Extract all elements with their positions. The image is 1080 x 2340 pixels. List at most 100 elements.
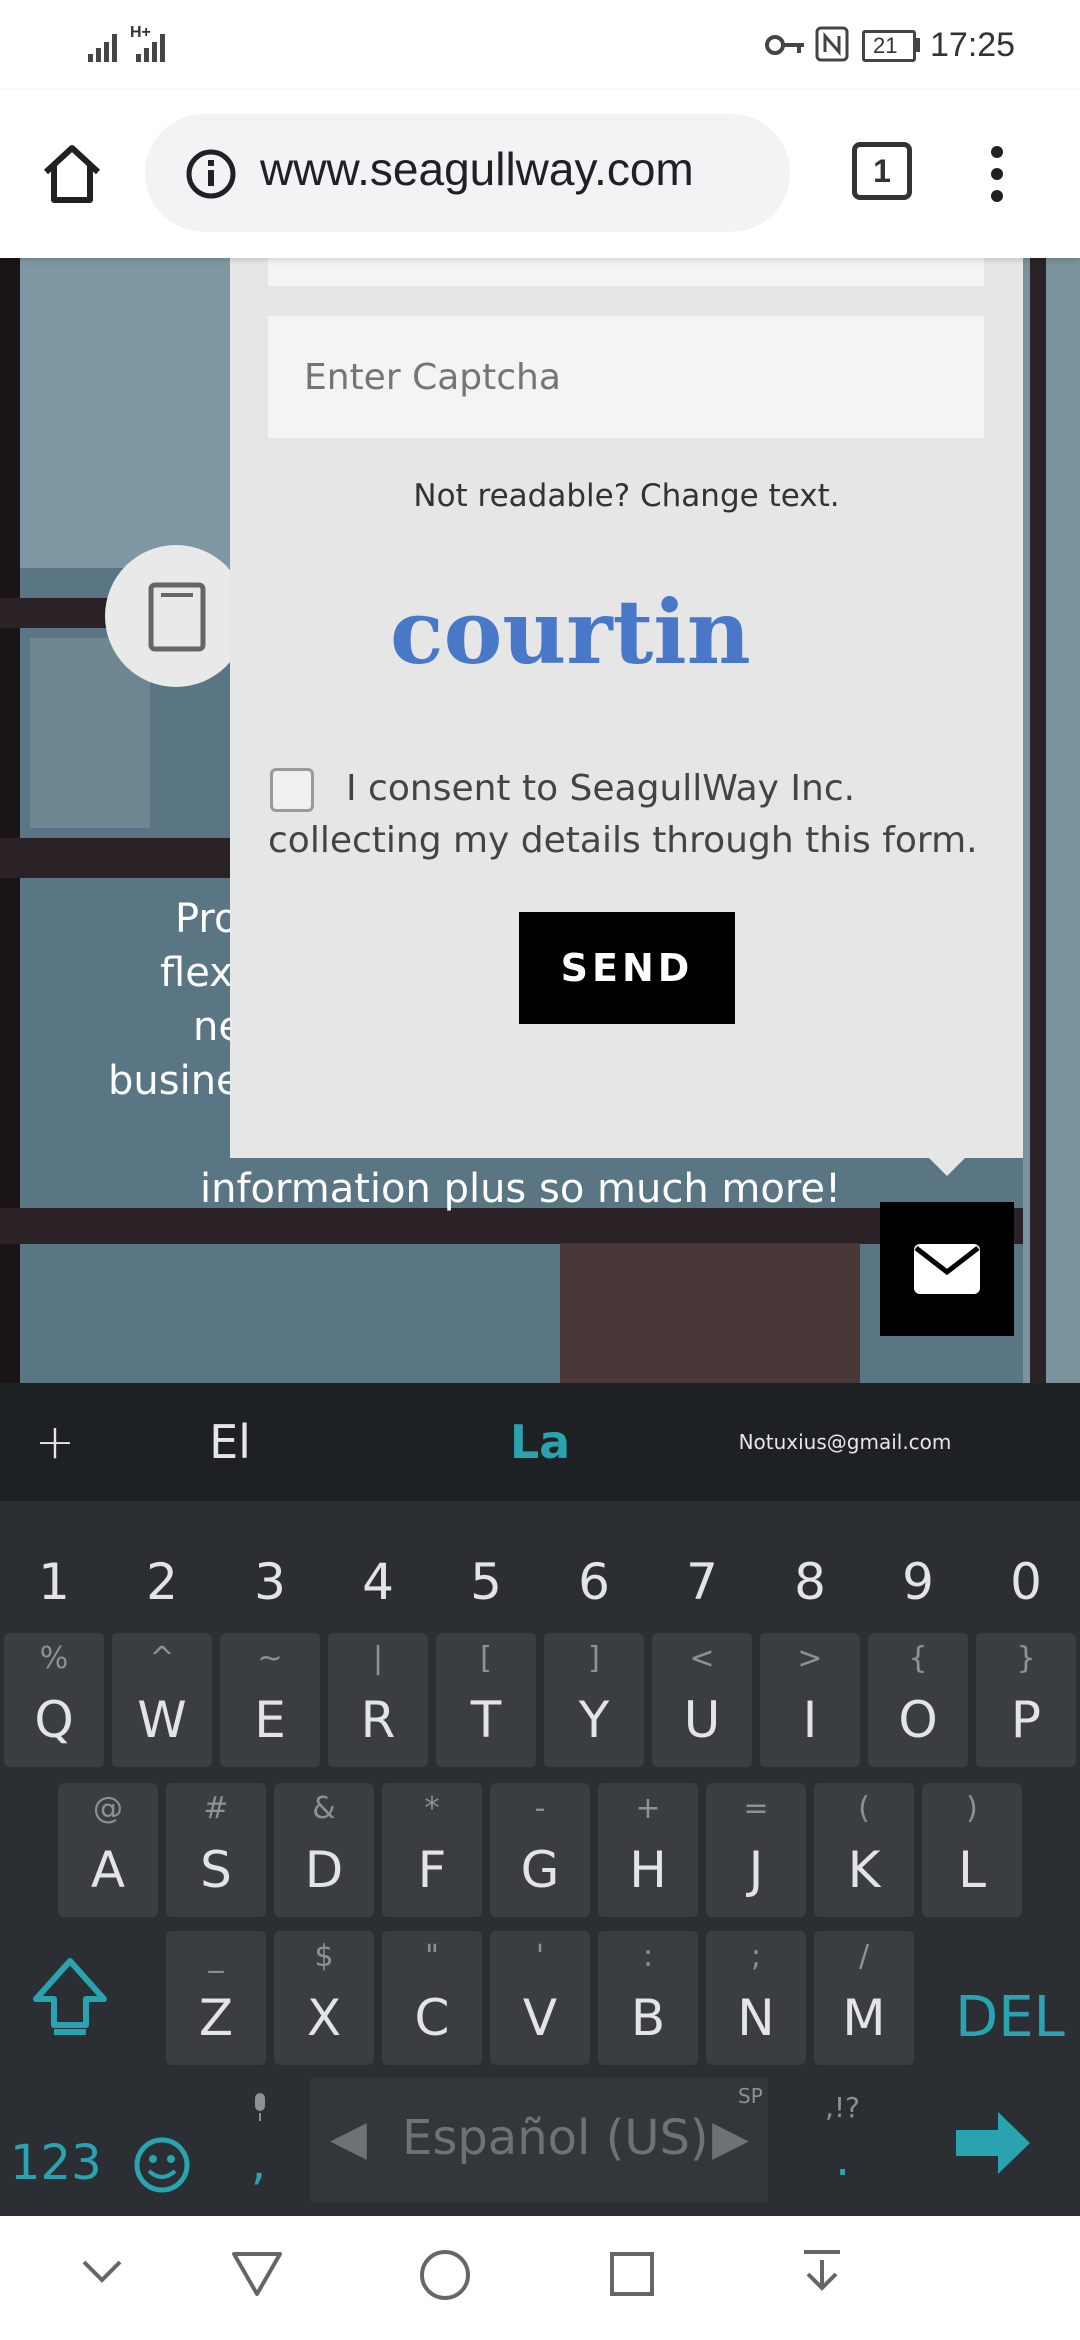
- key-alt-label: ): [966, 1791, 978, 1826]
- panel-pointer: [925, 1154, 969, 1176]
- key-x[interactable]: $ X: [274, 1931, 374, 2065]
- key-m[interactable]: / M: [814, 1931, 914, 2065]
- key-label: Y: [578, 1691, 610, 1749]
- key-alt-label: @: [93, 1791, 123, 1826]
- key-icon: [765, 35, 804, 55]
- key-label: N: [737, 1989, 775, 2047]
- key-s[interactable]: # S: [166, 1783, 266, 1917]
- enter-arrow-icon[interactable]: [952, 2108, 1032, 2178]
- key-t[interactable]: [T: [436, 1633, 536, 1767]
- key-4[interactable]: 4: [324, 1523, 432, 1641]
- key-n[interactable]: ; N: [706, 1931, 806, 2065]
- change-captcha-link[interactable]: Not readable? Change text.: [230, 478, 1023, 514]
- recents-icon[interactable]: [608, 2250, 656, 2298]
- chevron-down-icon[interactable]: [80, 2256, 124, 2286]
- suggestion-middle[interactable]: La: [430, 1383, 650, 1501]
- key-alt-label: %: [39, 1641, 69, 1676]
- send-button[interactable]: SEND: [519, 912, 735, 1024]
- key-g[interactable]: -G: [490, 1783, 590, 1917]
- key-i[interactable]: > I: [760, 1633, 860, 1767]
- status-bar: H+ 21 17:25: [0, 0, 1080, 90]
- key-6[interactable]: 6: [540, 1523, 648, 1641]
- key-alt-label: [: [480, 1641, 492, 1676]
- key-label: F: [417, 1841, 447, 1899]
- spacebar[interactable]: ◀ Español (US) ▶ SP: [310, 2078, 768, 2202]
- key-label: L: [958, 1841, 986, 1899]
- key-9[interactable]: 9: [864, 1523, 972, 1641]
- bg-line-1: Pro: [175, 896, 239, 942]
- key-alt-label: ;: [750, 1939, 762, 1974]
- key-label: G: [520, 1841, 560, 1899]
- key-z[interactable]: _ Z: [166, 1931, 266, 2065]
- url-text[interactable]: www.seagullway.com: [260, 142, 694, 196]
- key-1[interactable]: 1: [0, 1523, 108, 1641]
- emoji-icon[interactable]: [132, 2135, 192, 2195]
- key-q[interactable]: % Q: [4, 1633, 104, 1767]
- key-alt-label: &: [312, 1791, 336, 1826]
- key-label: C: [414, 1989, 450, 2047]
- key-k[interactable]: (K: [814, 1783, 914, 1917]
- home-nav-icon[interactable]: [418, 2248, 472, 2302]
- key-p[interactable]: } P: [976, 1633, 1076, 1767]
- nfc-icon: [815, 26, 849, 62]
- key-label: U: [683, 1691, 721, 1749]
- key-v[interactable]: ' V: [490, 1931, 590, 2065]
- key-8[interactable]: 8: [756, 1523, 864, 1641]
- key-w[interactable]: ^ W: [112, 1633, 212, 1767]
- shift-icon[interactable]: [30, 1955, 110, 2035]
- back-icon[interactable]: [230, 2248, 284, 2298]
- key-label: O: [898, 1691, 938, 1749]
- captcha-image: courtin: [380, 563, 860, 698]
- key-alt-label: ": [425, 1939, 439, 1974]
- delete-key[interactable]: DEL: [950, 1951, 1070, 2085]
- key-u[interactable]: < U: [652, 1633, 752, 1767]
- key-alt-label: {: [908, 1641, 928, 1676]
- key-2[interactable]: 2: [108, 1523, 216, 1641]
- numeric-toggle-key[interactable]: 123: [10, 2113, 110, 2213]
- captcha-input[interactable]: [268, 316, 984, 438]
- key-a[interactable]: @ A: [58, 1783, 158, 1917]
- period-key[interactable]: ,!? .: [795, 2085, 885, 2205]
- key-h[interactable]: + H: [598, 1783, 698, 1917]
- key-alt-label: *: [424, 1791, 440, 1826]
- more-menu-icon[interactable]: [982, 142, 1012, 206]
- textarea-bottom[interactable]: [268, 258, 984, 286]
- key-l[interactable]: ) L: [922, 1783, 1022, 1917]
- key-j[interactable]: = J: [706, 1783, 806, 1917]
- key-alt-label: }: [1016, 1641, 1036, 1676]
- key-c[interactable]: " C: [382, 1931, 482, 2065]
- key-f[interactable]: * F: [382, 1783, 482, 1917]
- key-r[interactable]: | R: [328, 1633, 428, 1767]
- comma-key[interactable]: ,: [235, 2085, 285, 2205]
- key-d[interactable]: & D: [274, 1783, 374, 1917]
- suggestion-right[interactable]: Notuxius@gmail.com: [700, 1383, 990, 1501]
- contact-toggle-button[interactable]: [880, 1202, 1014, 1336]
- key-label: D: [304, 1841, 344, 1899]
- key-7[interactable]: 7: [648, 1523, 756, 1641]
- key-alt-label: =: [743, 1791, 769, 1826]
- contact-form-panel: Not readable? Change text. courtin I con…: [230, 258, 1023, 1158]
- key-5[interactable]: 5: [432, 1523, 540, 1641]
- key-y[interactable]: ] Y: [544, 1633, 644, 1767]
- key-b[interactable]: :B: [598, 1931, 698, 2065]
- key-alt-label: -: [534, 1791, 546, 1826]
- key-3[interactable]: 3: [216, 1523, 324, 1641]
- key-o[interactable]: {O: [868, 1633, 968, 1767]
- home-icon[interactable]: [40, 142, 104, 206]
- tab-switcher-button[interactable]: 1: [852, 142, 912, 200]
- key-0[interactable]: 0: [972, 1523, 1080, 1641]
- browser-toolbar: www.seagullway.com 1: [0, 90, 1080, 258]
- battery-icon: 21: [862, 30, 916, 62]
- key-alt-label: /: [858, 1939, 870, 1974]
- notification-pull-icon[interactable]: [800, 2246, 844, 2296]
- plus-icon[interactable]: +: [20, 1383, 90, 1501]
- info-icon[interactable]: [185, 148, 237, 200]
- key-label: B: [630, 1989, 666, 2047]
- bg-line-4: busine: [108, 1058, 241, 1104]
- bg-line-5: information plus so much more!: [200, 1166, 842, 1212]
- key-e[interactable]: ~ E: [220, 1633, 320, 1767]
- key-label: I: [802, 1691, 818, 1749]
- microphone-icon: [255, 2093, 265, 2121]
- suggestion-left[interactable]: El: [130, 1383, 330, 1501]
- navigation-bar: [0, 2216, 1080, 2340]
